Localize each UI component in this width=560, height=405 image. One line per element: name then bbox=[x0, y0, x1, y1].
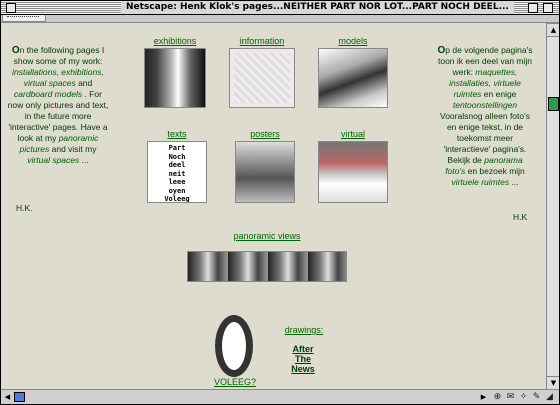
browser-window: Netscape: Henk Klok's pages...NEITHER PA… bbox=[0, 0, 560, 405]
window-title: Netscape: Henk Klok's pages...NEITHER PA… bbox=[121, 1, 514, 14]
link-posters[interactable]: posters bbox=[235, 129, 295, 139]
voleeg-image[interactable] bbox=[211, 313, 259, 381]
toolbar-strip bbox=[1, 15, 559, 23]
thumbnail-exhibitions[interactable] bbox=[144, 48, 206, 108]
status-bar: ◀ ▶ ⊕ ✉ ✧ ✎ ◢ bbox=[1, 389, 559, 404]
texts-thumb-line: leee bbox=[168, 178, 186, 186]
navigator-icon[interactable]: ⊕ bbox=[492, 392, 503, 403]
resize-grip-icon[interactable]: ◢ bbox=[544, 392, 555, 403]
title-bar[interactable]: Netscape: Henk Klok's pages...NEITHER PA… bbox=[1, 1, 559, 15]
edit-icon[interactable]: ✎ bbox=[531, 392, 542, 403]
texts-thumb-line: Voleeg bbox=[164, 195, 190, 203]
vertical-scrollbar[interactable]: ▲ ▼ bbox=[546, 23, 559, 390]
zoom-box[interactable] bbox=[528, 3, 538, 13]
page-content: On the following pages I show some of my… bbox=[1, 23, 546, 389]
collapse-box[interactable] bbox=[543, 3, 553, 13]
link-exhibitions[interactable]: exhibitions bbox=[144, 36, 206, 46]
right-signature: H.K bbox=[513, 212, 528, 222]
link-information[interactable]: information bbox=[229, 36, 295, 46]
dutch-intro-text: Op de volgende pagina's toon ik een deel… bbox=[437, 45, 533, 187]
link-panoramic-views[interactable]: panoramic views bbox=[227, 231, 307, 241]
scroll-up-arrow-icon[interactable]: ▲ bbox=[547, 23, 559, 37]
thumbnail-posters[interactable] bbox=[235, 141, 295, 203]
thumbnail-panoramic-views[interactable] bbox=[187, 251, 347, 282]
texts-thumb-line: neit bbox=[168, 169, 186, 178]
link-models[interactable]: models bbox=[318, 36, 388, 46]
link-texts[interactable]: texts bbox=[147, 129, 207, 139]
scroll-left-arrow-icon[interactable]: ◀ bbox=[2, 391, 13, 403]
mail-icon[interactable]: ✉ bbox=[505, 392, 516, 403]
texts-thumb-line: deel bbox=[168, 161, 186, 169]
link-virtual[interactable]: virtual bbox=[318, 129, 388, 139]
vertical-scroll-thumb[interactable] bbox=[548, 97, 559, 111]
texts-thumb-line: oyen bbox=[168, 186, 186, 195]
left-signature: H.K. bbox=[16, 203, 33, 213]
thumbnail-models[interactable] bbox=[318, 48, 388, 108]
scroll-down-arrow-icon[interactable]: ▼ bbox=[547, 376, 559, 390]
thumbnail-texts[interactable]: PartNochdeelneitleeeoyenVoleegVoleeg bbox=[147, 141, 207, 203]
english-intro-text: On the following pages I show some of my… bbox=[7, 45, 109, 165]
horizontal-scroll-thumb[interactable] bbox=[14, 392, 25, 402]
link-news[interactable]: News bbox=[287, 364, 319, 375]
link-voleeg[interactable]: VOLEEG? bbox=[207, 377, 263, 387]
texts-thumb-line: Noch bbox=[168, 152, 186, 161]
texts-thumb-line: Part bbox=[168, 144, 186, 152]
link-drawings[interactable]: drawings: bbox=[277, 325, 331, 335]
scroll-right-arrow-icon[interactable]: ▶ bbox=[478, 391, 489, 403]
close-box[interactable] bbox=[6, 3, 16, 13]
thumbnail-virtual[interactable] bbox=[318, 141, 388, 203]
thumbnail-information[interactable] bbox=[229, 48, 295, 108]
lock-icon[interactable]: ✧ bbox=[518, 392, 529, 403]
toolbar-collapse-tab[interactable] bbox=[2, 15, 46, 22]
